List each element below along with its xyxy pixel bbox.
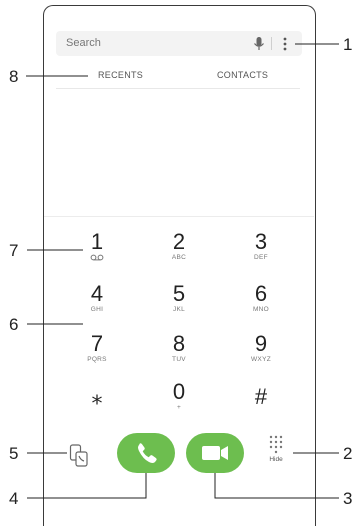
- callout-5: 5: [9, 444, 19, 463]
- callout-6: 6: [9, 315, 19, 334]
- callout-8: 8: [9, 67, 19, 86]
- callout-lines: [26, 43, 339, 499]
- callout-7: 7: [9, 241, 19, 260]
- callout-2: 2: [343, 444, 353, 463]
- callout-4: 4: [9, 489, 19, 508]
- callout-1: 1: [343, 35, 353, 54]
- callout-3: 3: [343, 489, 353, 508]
